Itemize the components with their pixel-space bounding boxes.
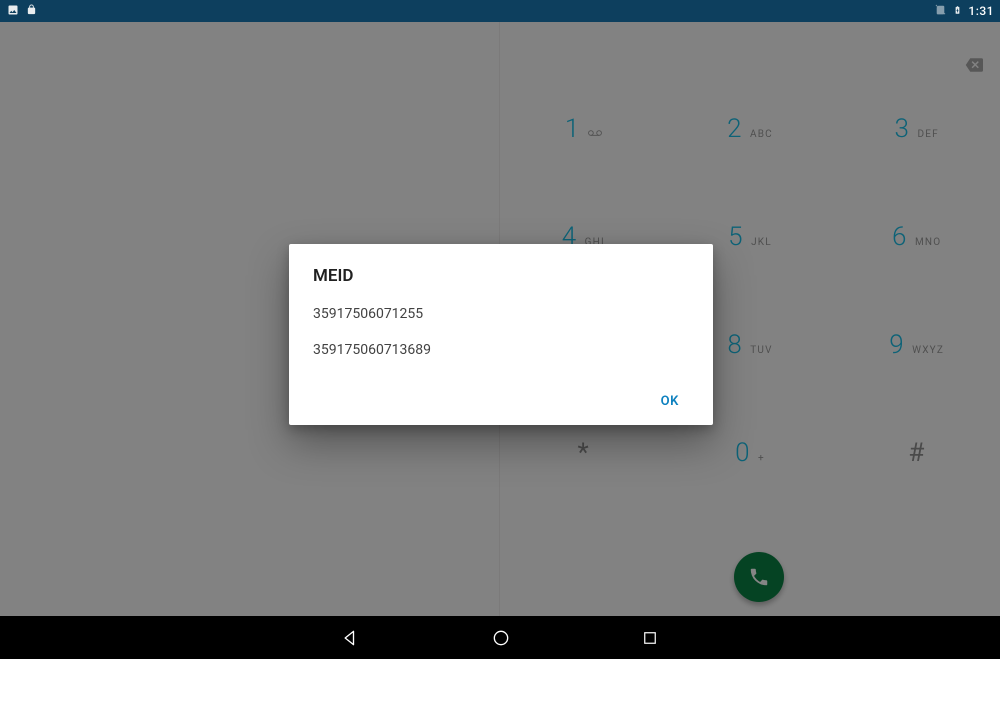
status-clock: 1:31: [968, 4, 994, 18]
meid-value-2: 359175060713689: [313, 342, 689, 358]
dialog-title: MEID: [313, 266, 689, 286]
meid-value-1: 35917506071255: [313, 306, 689, 322]
lock-icon: [26, 3, 37, 19]
meid-dialog: MEID 35917506071255 359175060713689 OK: [289, 244, 713, 425]
ok-button[interactable]: OK: [651, 386, 689, 417]
nav-back-button[interactable]: [341, 628, 361, 648]
device-frame: 1:31 1 2 ABC: [0, 0, 1000, 659]
navigation-bar: [0, 616, 1000, 659]
content-area: 1 2 ABC 3 DEF 4 GHI 5: [0, 22, 1000, 616]
no-sim-icon: [934, 3, 947, 19]
battery-charging-icon: [953, 3, 962, 20]
status-bar: 1:31: [0, 0, 1000, 22]
nav-home-button[interactable]: [491, 628, 511, 648]
nav-recents-button[interactable]: [641, 629, 659, 647]
picture-icon: [6, 4, 20, 19]
